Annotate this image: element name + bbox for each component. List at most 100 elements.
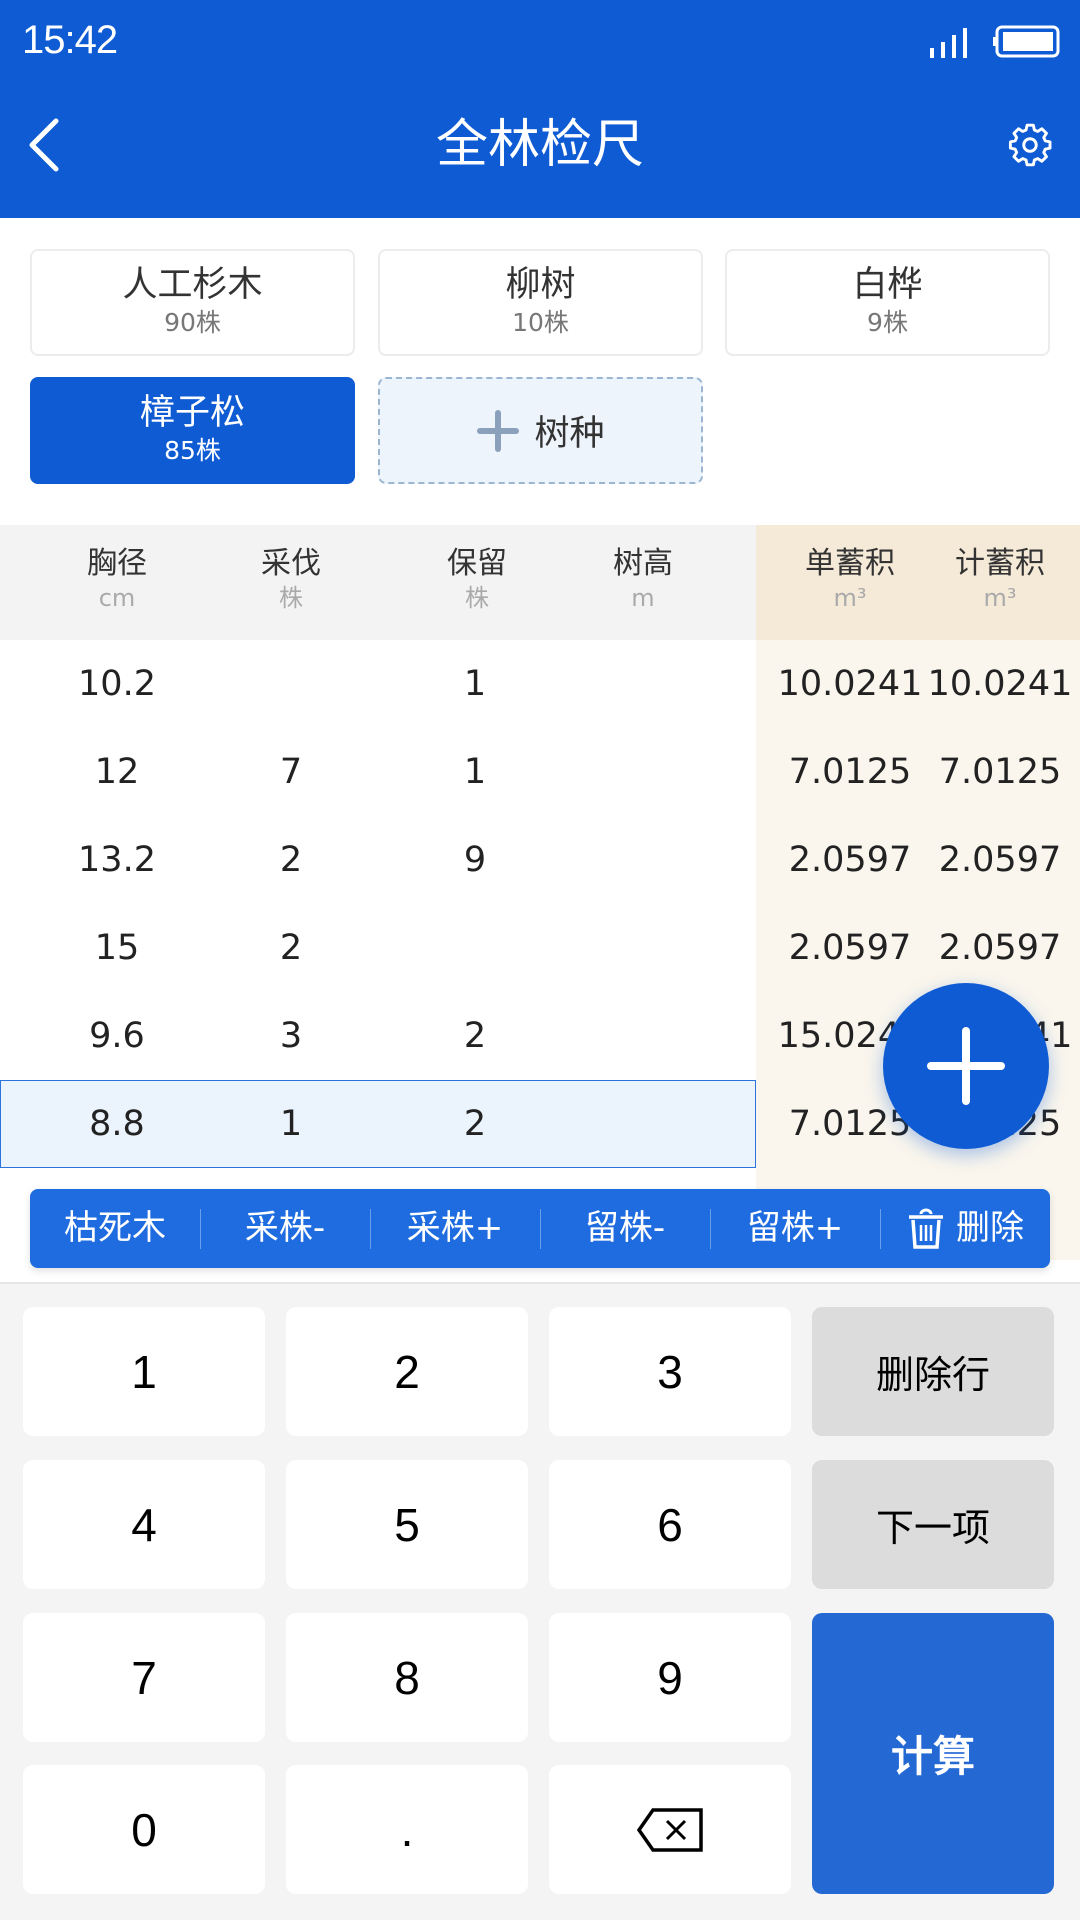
column-unit: m³ <box>983 584 1017 612</box>
cell-dbh[interactable]: 8.8 <box>42 1080 192 1168</box>
table-row[interactable]: 10.2 1 10.0241 10.0241 <box>0 640 1080 728</box>
column-title: 计蓄积 <box>955 546 1045 581</box>
table-header: 胸径 cm 采伐 株 保留 株 树高 m 单蓄积 m³ 计蓄积 m³ <box>0 525 1080 640</box>
column-unit: m <box>631 584 655 612</box>
cell-height[interactable] <box>568 992 718 1080</box>
next-item-button[interactable]: 下一项 <box>812 1460 1054 1589</box>
cell-keep[interactable]: 1 <box>400 728 550 816</box>
key-4[interactable]: 4 <box>23 1460 265 1589</box>
cell-keep[interactable]: 1 <box>400 640 550 728</box>
species-name: 樟子松 <box>139 393 245 433</box>
cut-plus-button[interactable]: 采株+ <box>370 1189 540 1268</box>
cell-keep[interactable] <box>400 904 550 992</box>
cell-dbh[interactable]: 10.2 <box>42 640 192 728</box>
cell-total-volume[interactable]: 10.0241 <box>925 640 1075 728</box>
column-title: 树高 <box>613 546 673 581</box>
cell-cut[interactable]: 2 <box>216 904 366 992</box>
keep-plus-button[interactable]: 留株+ <box>710 1189 880 1268</box>
column-header-cut: 采伐 株 <box>216 545 366 613</box>
key-3[interactable]: 3 <box>549 1307 791 1436</box>
cell-unit-volume[interactable]: 2.0597 <box>775 904 925 992</box>
trash-icon <box>909 1208 943 1249</box>
key-6[interactable]: 6 <box>549 1460 791 1589</box>
table-row[interactable]: 12 7 1 7.0125 7.0125 <box>0 728 1080 816</box>
delete-row-button[interactable]: 删除行 <box>812 1307 1054 1436</box>
cell-unit-volume[interactable]: 7.0125 <box>775 728 925 816</box>
column-unit: m³ <box>833 584 867 612</box>
species-count: 9株 <box>867 308 908 337</box>
add-row-fab[interactable] <box>883 983 1049 1149</box>
species-card[interactable]: 白桦 9株 <box>725 249 1050 356</box>
column-header-total-volume: 计蓄积 m³ <box>925 545 1075 613</box>
key-decimal[interactable]: . <box>286 1765 528 1894</box>
column-header-unit-volume: 单蓄积 m³ <box>775 545 925 613</box>
column-title: 保留 <box>447 546 507 581</box>
species-count: 90株 <box>164 308 221 337</box>
add-species-label: 树种 <box>534 414 605 454</box>
numeric-keypad: 1 2 3 删除行 4 5 6 下一项 7 8 9 计算 0 . <box>0 1282 1080 1920</box>
page-title: 全林检尺 <box>435 115 644 175</box>
column-unit: 株 <box>279 584 303 612</box>
plus-icon <box>477 409 520 452</box>
key-2[interactable]: 2 <box>286 1307 528 1436</box>
cell-cut[interactable]: 3 <box>216 992 366 1080</box>
species-name: 柳树 <box>505 265 576 305</box>
settings-button[interactable] <box>1005 120 1055 170</box>
keep-minus-button[interactable]: 留株- <box>540 1189 710 1268</box>
cell-cut[interactable]: 7 <box>216 728 366 816</box>
cell-height[interactable] <box>568 640 718 728</box>
cell-keep[interactable]: 9 <box>400 816 550 904</box>
species-name: 白桦 <box>852 265 923 305</box>
species-card[interactable]: 柳树 10株 <box>378 249 703 356</box>
cell-dbh[interactable]: 12 <box>42 728 192 816</box>
add-species-button[interactable]: 树种 <box>378 377 703 484</box>
cell-height[interactable] <box>568 1080 718 1168</box>
cell-dbh[interactable]: 13.2 <box>42 816 192 904</box>
key-9[interactable]: 9 <box>549 1613 791 1742</box>
column-header-dbh: 胸径 cm <box>42 545 192 613</box>
calculate-button[interactable]: 计算 <box>812 1613 1054 1894</box>
cell-height[interactable] <box>568 816 718 904</box>
cell-total-volume[interactable]: 2.0597 <box>925 904 1075 992</box>
cell-height[interactable] <box>568 904 718 992</box>
row-action-bar: 枯死木 采株- 采株+ 留株- 留株+ 删除 <box>30 1189 1050 1268</box>
signal-icon <box>930 28 967 58</box>
cell-height[interactable] <box>568 728 718 816</box>
cell-unit-volume[interactable]: 10.0241 <box>775 640 925 728</box>
cell-total-volume[interactable]: 2.0597 <box>925 816 1075 904</box>
key-0[interactable]: 0 <box>23 1765 265 1894</box>
status-time: 15:42 <box>22 18 118 62</box>
cell-unit-volume[interactable]: 2.0597 <box>775 816 925 904</box>
column-title: 采伐 <box>261 546 321 581</box>
column-unit: cm <box>98 584 136 612</box>
backspace-icon <box>636 1807 703 1852</box>
cell-total-volume[interactable]: 7.0125 <box>925 728 1075 816</box>
species-name: 人工杉木 <box>122 265 263 305</box>
cell-cut[interactable] <box>216 640 366 728</box>
cell-dbh[interactable]: 9.6 <box>42 992 192 1080</box>
column-unit: 株 <box>465 584 489 612</box>
species-card[interactable]: 人工杉木 90株 <box>30 249 355 356</box>
gear-icon <box>1008 123 1052 167</box>
delete-label: 删除 <box>956 1208 1024 1248</box>
cell-cut[interactable]: 1 <box>216 1080 366 1168</box>
dead-tree-button[interactable]: 枯死木 <box>30 1189 200 1268</box>
species-card-selected[interactable]: 樟子松 85株 <box>30 377 355 484</box>
backspace-button[interactable] <box>549 1765 791 1894</box>
table-row[interactable]: 15 2 2.0597 2.0597 <box>0 904 1080 992</box>
cell-cut[interactable]: 2 <box>216 816 366 904</box>
battery-icon <box>993 25 1060 58</box>
key-8[interactable]: 8 <box>286 1613 528 1742</box>
key-7[interactable]: 7 <box>23 1613 265 1742</box>
delete-button[interactable]: 删除 <box>880 1189 1050 1268</box>
key-1[interactable]: 1 <box>23 1307 265 1436</box>
column-title: 胸径 <box>87 546 147 581</box>
column-title: 单蓄积 <box>805 546 895 581</box>
cell-keep[interactable]: 2 <box>400 992 550 1080</box>
cell-keep[interactable]: 2 <box>400 1080 550 1168</box>
cut-minus-button[interactable]: 采株- <box>200 1189 370 1268</box>
cell-dbh[interactable]: 15 <box>42 904 192 992</box>
table-row[interactable]: 13.2 2 9 2.0597 2.0597 <box>0 816 1080 904</box>
key-5[interactable]: 5 <box>286 1460 528 1589</box>
column-header-height: 树高 m <box>568 545 718 613</box>
